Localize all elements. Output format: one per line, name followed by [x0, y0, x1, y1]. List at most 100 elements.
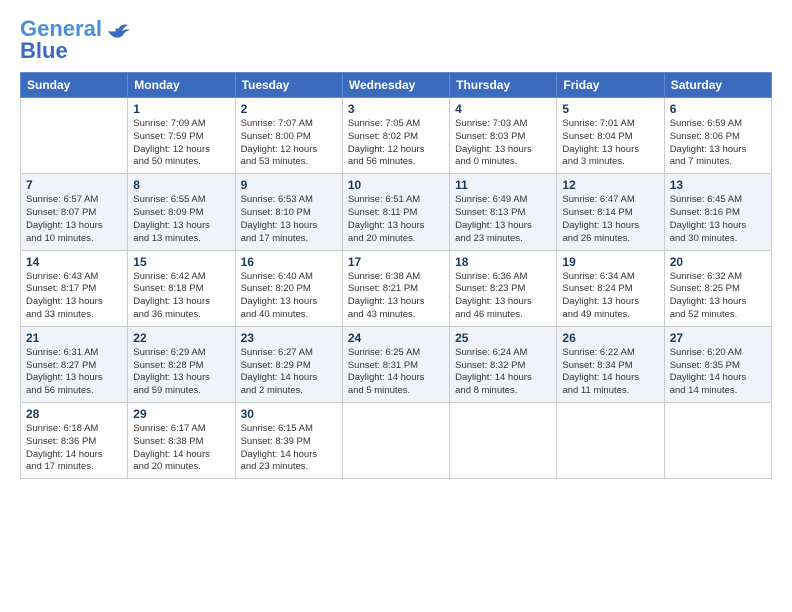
- day-number: 7: [26, 178, 122, 192]
- day-number: 15: [133, 255, 229, 269]
- calendar-cell: 24 Sunrise: 6:25 AM Sunset: 8:31 PM Dayli…: [342, 326, 449, 402]
- calendar-header-row: SundayMondayTuesdayWednesdayThursdayFrid…: [21, 73, 772, 98]
- day-info: Sunrise: 6:59 AM Sunset: 8:06 PM Dayligh…: [670, 118, 766, 169]
- calendar-cell: 29 Sunrise: 6:17 AM Sunset: 8:38 PM Dayli…: [128, 403, 235, 479]
- calendar-cell: 12 Sunrise: 6:47 AM Sunset: 8:14 PM Dayli…: [557, 174, 664, 250]
- day-info: Sunrise: 6:36 AM Sunset: 8:23 PM Dayligh…: [455, 271, 551, 322]
- day-info: Sunrise: 6:25 AM Sunset: 8:31 PM Dayligh…: [348, 347, 444, 398]
- calendar-cell: 23 Sunrise: 6:27 AM Sunset: 8:29 PM Dayli…: [235, 326, 342, 402]
- day-info: Sunrise: 6:22 AM Sunset: 8:34 PM Dayligh…: [562, 347, 658, 398]
- logo: General Blue: [20, 18, 132, 62]
- day-number: 20: [670, 255, 766, 269]
- calendar-week-4: 21 Sunrise: 6:31 AM Sunset: 8:27 PM Dayli…: [21, 326, 772, 402]
- calendar-cell: 14 Sunrise: 6:43 AM Sunset: 8:17 PM Dayli…: [21, 250, 128, 326]
- day-number: 22: [133, 331, 229, 345]
- day-number: 18: [455, 255, 551, 269]
- calendar-cell: 17 Sunrise: 6:38 AM Sunset: 8:21 PM Dayli…: [342, 250, 449, 326]
- calendar-cell: 30Sunrise: 6:15 AM Sunset: 8:39 PM Dayli…: [235, 403, 342, 479]
- day-info: Sunrise: 6:40 AM Sunset: 8:20 PM Dayligh…: [241, 271, 337, 322]
- day-info: Sunrise: 6:42 AM Sunset: 8:18 PM Dayligh…: [133, 271, 229, 322]
- day-info: Sunrise: 6:18 AM Sunset: 8:36 PM Dayligh…: [26, 423, 122, 474]
- day-info: Sunrise: 6:51 AM Sunset: 8:11 PM Dayligh…: [348, 194, 444, 245]
- calendar-cell: 21 Sunrise: 6:31 AM Sunset: 8:27 PM Dayli…: [21, 326, 128, 402]
- calendar-cell: 19Sunrise: 6:34 AM Sunset: 8:24 PM Dayli…: [557, 250, 664, 326]
- calendar-cell: 8 Sunrise: 6:55 AM Sunset: 8:09 PM Daylig…: [128, 174, 235, 250]
- day-number: 12: [562, 178, 658, 192]
- day-number: 6: [670, 102, 766, 116]
- day-number: 14: [26, 255, 122, 269]
- day-info: Sunrise: 6:27 AM Sunset: 8:29 PM Dayligh…: [241, 347, 337, 398]
- day-number: 9: [241, 178, 337, 192]
- calendar-cell: 9 Sunrise: 6:53 AM Sunset: 8:10 PM Daylig…: [235, 174, 342, 250]
- day-number: 23: [241, 331, 337, 345]
- calendar-header-friday: Friday: [557, 73, 664, 98]
- calendar-cell: 22 Sunrise: 6:29 AM Sunset: 8:28 PM Dayli…: [128, 326, 235, 402]
- day-number: 1: [133, 102, 229, 116]
- calendar-header-tuesday: Tuesday: [235, 73, 342, 98]
- day-info: Sunrise: 6:17 AM Sunset: 8:38 PM Dayligh…: [133, 423, 229, 474]
- calendar-cell: 11 Sunrise: 6:49 AM Sunset: 8:13 PM Dayli…: [450, 174, 557, 250]
- day-number: 17: [348, 255, 444, 269]
- day-info: Sunrise: 6:53 AM Sunset: 8:10 PM Dayligh…: [241, 194, 337, 245]
- day-number: 4: [455, 102, 551, 116]
- calendar-cell: 25Sunrise: 6:24 AM Sunset: 8:32 PM Dayli…: [450, 326, 557, 402]
- day-info: Sunrise: 6:43 AM Sunset: 8:17 PM Dayligh…: [26, 271, 122, 322]
- day-info: Sunrise: 6:31 AM Sunset: 8:27 PM Dayligh…: [26, 347, 122, 398]
- calendar-week-5: 28 Sunrise: 6:18 AM Sunset: 8:36 PM Dayli…: [21, 403, 772, 479]
- day-info: Sunrise: 6:55 AM Sunset: 8:09 PM Dayligh…: [133, 194, 229, 245]
- day-number: 5: [562, 102, 658, 116]
- day-info: Sunrise: 6:29 AM Sunset: 8:28 PM Dayligh…: [133, 347, 229, 398]
- day-number: 13: [670, 178, 766, 192]
- calendar-cell: 3 Sunrise: 7:05 AM Sunset: 8:02 PM Daylig…: [342, 98, 449, 174]
- day-info: Sunrise: 7:07 AM Sunset: 8:00 PM Dayligh…: [241, 118, 337, 169]
- calendar-cell: 4 Sunrise: 7:03 AM Sunset: 8:03 PM Daylig…: [450, 98, 557, 174]
- calendar-week-2: 7 Sunrise: 6:57 AM Sunset: 8:07 PM Daylig…: [21, 174, 772, 250]
- day-number: 26: [562, 331, 658, 345]
- day-number: 2: [241, 102, 337, 116]
- day-number: 27: [670, 331, 766, 345]
- page: General Blue SundayMondayTuesdayWednesda…: [0, 0, 792, 612]
- calendar-header-sunday: Sunday: [21, 73, 128, 98]
- day-info: Sunrise: 6:20 AM Sunset: 8:35 PM Dayligh…: [670, 347, 766, 398]
- day-number: 24: [348, 331, 444, 345]
- logo-text: General Blue: [20, 18, 102, 62]
- day-number: 30: [241, 407, 337, 421]
- day-number: 8: [133, 178, 229, 192]
- calendar-cell: [450, 403, 557, 479]
- calendar-cell: 20 Sunrise: 6:32 AM Sunset: 8:25 PM Dayli…: [664, 250, 771, 326]
- calendar-cell: 13 Sunrise: 6:45 AM Sunset: 8:16 PM Dayli…: [664, 174, 771, 250]
- calendar-cell: 1Sunrise: 7:09 AM Sunset: 7:59 PM Daylig…: [128, 98, 235, 174]
- calendar-week-3: 14 Sunrise: 6:43 AM Sunset: 8:17 PM Dayli…: [21, 250, 772, 326]
- calendar-cell: 6 Sunrise: 6:59 AM Sunset: 8:06 PM Daylig…: [664, 98, 771, 174]
- calendar-cell: 26 Sunrise: 6:22 AM Sunset: 8:34 PM Dayli…: [557, 326, 664, 402]
- day-number: 21: [26, 331, 122, 345]
- calendar-cell: [664, 403, 771, 479]
- day-number: 19: [562, 255, 658, 269]
- day-number: 10: [348, 178, 444, 192]
- calendar-cell: 2 Sunrise: 7:07 AM Sunset: 8:00 PM Daylig…: [235, 98, 342, 174]
- calendar-header-monday: Monday: [128, 73, 235, 98]
- calendar-cell: 27 Sunrise: 6:20 AM Sunset: 8:35 PM Dayli…: [664, 326, 771, 402]
- calendar-cell: [21, 98, 128, 174]
- day-number: 3: [348, 102, 444, 116]
- calendar-cell: 5Sunrise: 7:01 AM Sunset: 8:04 PM Daylig…: [557, 98, 664, 174]
- logo-bird-icon: [104, 21, 132, 49]
- day-number: 16: [241, 255, 337, 269]
- calendar-cell: 16 Sunrise: 6:40 AM Sunset: 8:20 PM Dayli…: [235, 250, 342, 326]
- day-info: Sunrise: 6:38 AM Sunset: 8:21 PM Dayligh…: [348, 271, 444, 322]
- day-info: Sunrise: 6:57 AM Sunset: 8:07 PM Dayligh…: [26, 194, 122, 245]
- calendar-cell: 10 Sunrise: 6:51 AM Sunset: 8:11 PM Dayli…: [342, 174, 449, 250]
- day-number: 11: [455, 178, 551, 192]
- day-number: 28: [26, 407, 122, 421]
- day-info: Sunrise: 6:47 AM Sunset: 8:14 PM Dayligh…: [562, 194, 658, 245]
- day-info: Sunrise: 6:49 AM Sunset: 8:13 PM Dayligh…: [455, 194, 551, 245]
- calendar-cell: [342, 403, 449, 479]
- logo-blue: Blue: [20, 38, 68, 63]
- day-info: Sunrise: 6:45 AM Sunset: 8:16 PM Dayligh…: [670, 194, 766, 245]
- day-info: Sunrise: 7:03 AM Sunset: 8:03 PM Dayligh…: [455, 118, 551, 169]
- day-number: 29: [133, 407, 229, 421]
- calendar-cell: 7 Sunrise: 6:57 AM Sunset: 8:07 PM Daylig…: [21, 174, 128, 250]
- calendar-header-saturday: Saturday: [664, 73, 771, 98]
- day-info: Sunrise: 7:05 AM Sunset: 8:02 PM Dayligh…: [348, 118, 444, 169]
- day-info: Sunrise: 6:32 AM Sunset: 8:25 PM Dayligh…: [670, 271, 766, 322]
